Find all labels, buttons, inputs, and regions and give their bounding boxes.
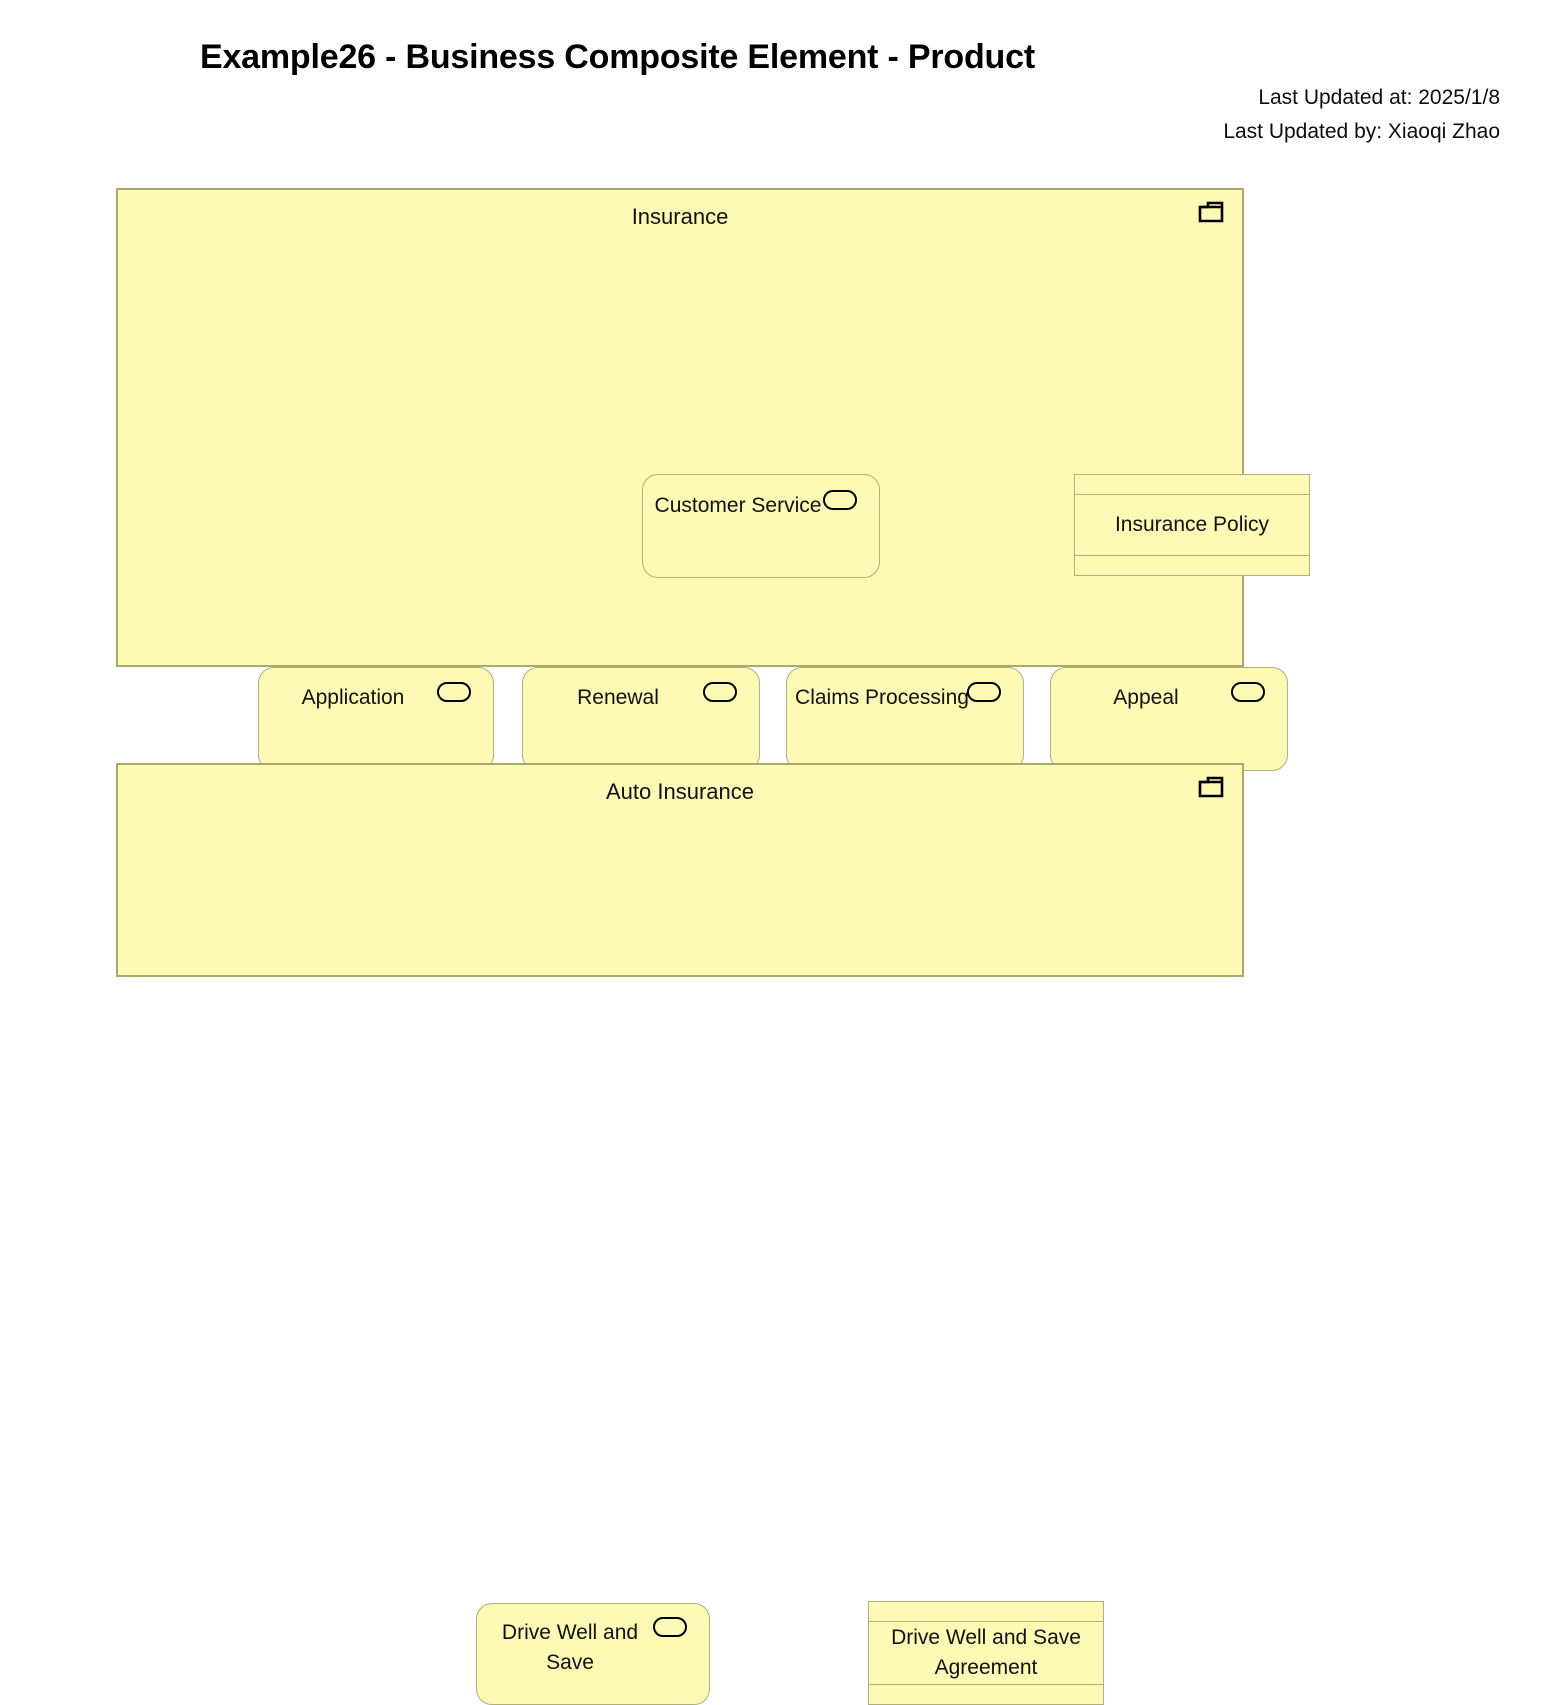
business-service-icon — [703, 682, 737, 702]
business-service-icon — [1231, 682, 1265, 702]
service-application[interactable]: Application — [258, 667, 494, 771]
service-claims-processing[interactable]: Claims Processing — [786, 667, 1024, 771]
package-icon — [1198, 201, 1224, 223]
business-object-drive-well-and-save-agreement-label: Drive Well and Save Agreement — [891, 1626, 1081, 1679]
business-object-drive-well-and-save-agreement[interactable]: Drive Well and Save Agreement — [868, 1601, 1104, 1705]
business-service-icon — [823, 490, 857, 510]
object-bottom-compartment — [1075, 555, 1309, 575]
service-renewal[interactable]: Renewal — [522, 667, 760, 771]
business-service-icon — [967, 682, 1001, 702]
package-insurance-title: Insurance — [631, 204, 729, 229]
package-auto-insurance[interactable]: Auto Insurance Drive Well and Save Drive… — [116, 763, 1244, 1705]
package-icon — [1198, 776, 1224, 798]
last-updated-at: Last Updated at: 2025/1/8 — [1258, 86, 1500, 109]
page-title: Example26 - Business Composite Element -… — [200, 38, 1035, 76]
business-object-insurance-policy-label: Insurance Policy — [1114, 513, 1270, 537]
package-auto-insurance-title: Auto Insurance — [606, 779, 754, 804]
service-customer-service[interactable]: Customer Service — [642, 474, 880, 578]
object-top-compartment — [1075, 475, 1309, 495]
last-updated-by: Last Updated by: Xiaoqi Zhao — [1223, 120, 1500, 143]
package-insurance[interactable]: Insurance Customer Service Insurance Pol… — [116, 188, 1310, 771]
service-appeal[interactable]: Appeal — [1050, 667, 1288, 771]
service-drive-well-and-save[interactable]: Drive Well and Save — [476, 1603, 710, 1705]
object-top-compartment — [869, 1602, 1103, 1622]
business-object-insurance-policy[interactable]: Insurance Policy — [1074, 474, 1310, 576]
business-service-icon — [437, 682, 471, 702]
business-service-icon — [653, 1617, 687, 1637]
object-bottom-compartment — [869, 1684, 1103, 1704]
